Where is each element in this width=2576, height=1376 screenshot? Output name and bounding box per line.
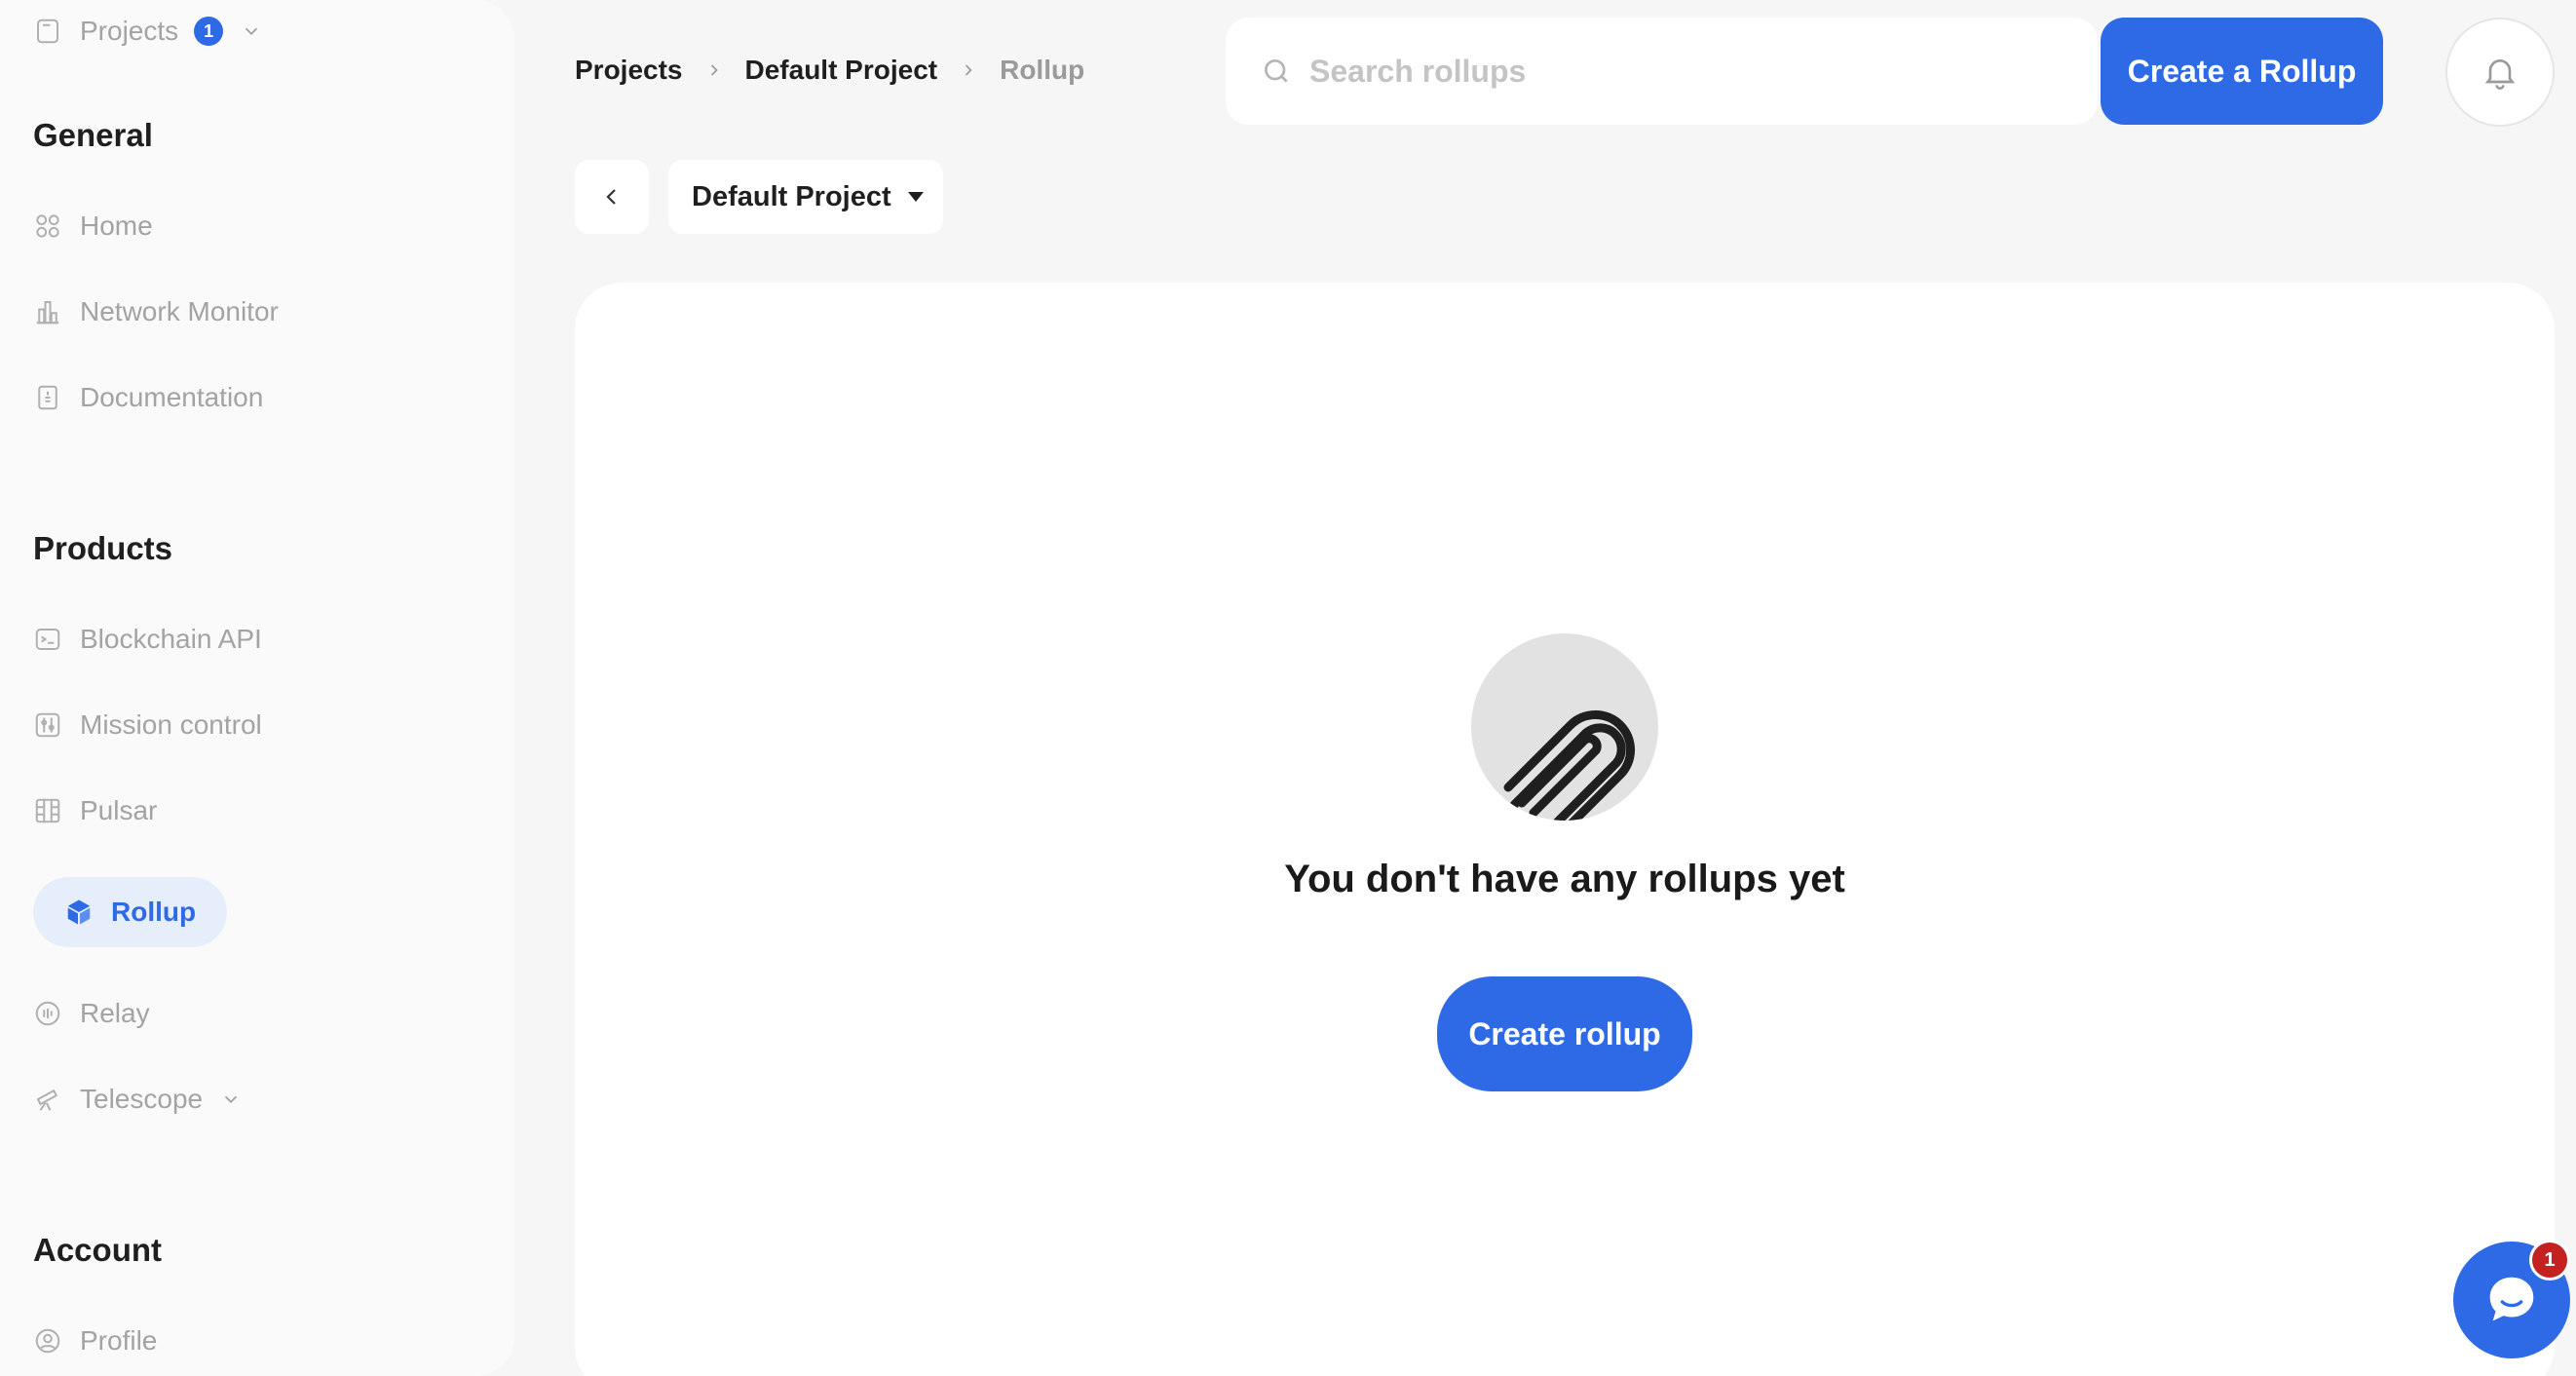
relay-icon: [33, 999, 62, 1028]
sidebar-item-projects[interactable]: Projects 1: [33, 4, 262, 58]
chat-notification-badge: 1: [2529, 1240, 2570, 1280]
search-icon: [1265, 59, 1288, 83]
sidebar-item-profile[interactable]: Profile: [33, 1314, 157, 1368]
section-heading-account: Account: [33, 1232, 162, 1268]
breadcrumb-default-project[interactable]: Default Project: [745, 55, 938, 86]
layout-icon: [33, 796, 62, 825]
sidebar-item-pulsar[interactable]: Pulsar: [33, 784, 157, 838]
sidebar-item-documentation[interactable]: Documentation: [33, 370, 263, 425]
project-select-value: Default Project: [692, 180, 891, 212]
create-rollup-button[interactable]: Create rollup: [1437, 976, 1692, 1091]
sidebar-item-label: Relay: [80, 998, 150, 1028]
sidebar-item-label: Pulsar: [80, 795, 158, 825]
sidebar-item-rollup[interactable]: Rollup: [33, 877, 227, 947]
terminal-icon: [33, 625, 62, 654]
rollups-card: [575, 283, 2555, 1376]
chevron-left-icon: [606, 189, 616, 205]
sidebar-item-blockchain-api[interactable]: Blockchain API: [33, 612, 262, 667]
chevron-right-icon: [710, 64, 718, 76]
paperclip-icon: [1471, 633, 1658, 821]
breadcrumb-projects[interactable]: Projects: [575, 55, 683, 86]
chat-bubble-icon: [2489, 1277, 2534, 1321]
create-rollup-header-button[interactable]: Create a Rollup: [2101, 18, 2383, 125]
sidebar-item-network-monitor[interactable]: Network Monitor: [33, 285, 279, 339]
sidebar-item-mission-control[interactable]: Mission control: [33, 698, 262, 752]
section-heading-general: General: [33, 117, 153, 153]
chevron-down-icon[interactable]: [241, 20, 262, 42]
grid-icon: [33, 211, 62, 241]
sidebar-item-home[interactable]: Home: [33, 199, 153, 253]
sidebar-item-label: Telescope: [80, 1084, 204, 1114]
empty-state-message: You don't have any rollups yet: [1284, 858, 1845, 900]
projects-count-badge: 1: [194, 17, 224, 46]
folder-icon: [33, 17, 62, 46]
sidebar-item-label: Home: [80, 210, 153, 241]
chevron-right-icon: [966, 64, 972, 76]
sidebar-item-telescope[interactable]: Telescope: [33, 1072, 242, 1127]
sidebar: Projects 1 General Home Network Monitor …: [0, 0, 514, 1376]
document-icon: [33, 383, 62, 412]
user-icon: [33, 1326, 62, 1356]
sidebar-item-label: Network Monitor: [80, 296, 279, 326]
breadcrumb-current: Rollup: [1000, 55, 1085, 85]
sidebar-item-label: Rollup: [111, 897, 197, 927]
sidebar-item-label: Profile: [80, 1325, 158, 1356]
bell-icon: [2484, 59, 2516, 90]
notifications-button[interactable]: [2445, 18, 2555, 127]
search-input[interactable]: [1309, 53, 2050, 90]
sidebar-item-label: Mission control: [80, 709, 262, 740]
sidebar-item-relay[interactable]: Relay: [33, 986, 150, 1041]
telescope-icon: [33, 1085, 62, 1114]
back-button[interactable]: [575, 160, 649, 234]
project-select[interactable]: Default Project: [668, 160, 943, 234]
bar-chart-icon: [33, 297, 62, 326]
chevron-down-icon[interactable]: [220, 1089, 242, 1110]
breadcrumb: Projects Default Project Rollup: [575, 55, 1084, 86]
sidebar-item-label: Projects: [80, 16, 179, 46]
sliders-icon: [33, 710, 62, 740]
caret-down-icon: [907, 192, 924, 202]
search-bar: [1226, 18, 2098, 125]
sidebar-item-label: Documentation: [80, 382, 264, 412]
cube-icon: [64, 898, 94, 927]
section-heading-products: Products: [33, 530, 173, 566]
sidebar-item-label: Blockchain API: [80, 624, 262, 654]
